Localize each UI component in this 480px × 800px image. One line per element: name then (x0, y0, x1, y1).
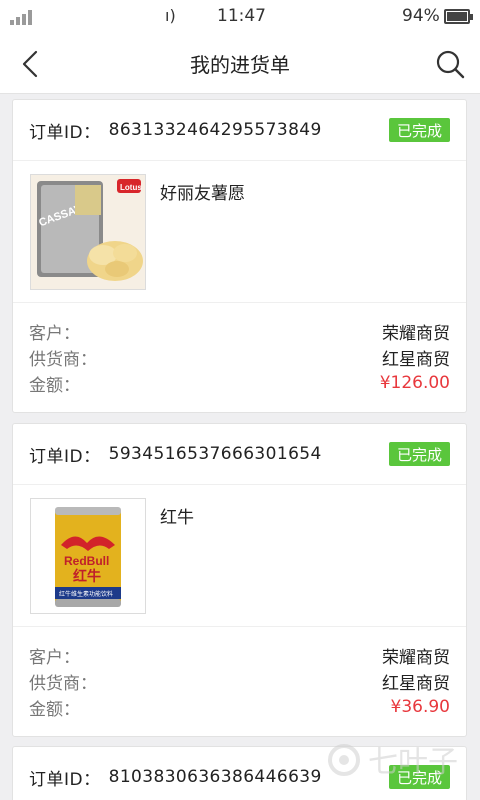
app-header: 我的进货单 (0, 34, 480, 94)
supplier-label: 供货商： (29, 673, 97, 694)
supplier-label: 供货商： (29, 349, 97, 370)
order-id: 8103830636386446639 (108, 767, 322, 787)
order-header: 订单ID： 5934516537666301654 已完成 (13, 424, 466, 484)
order-card[interactable]: 订单ID： 8631332464295573849 已完成 CASSAVA Lo… (12, 99, 467, 413)
order-id-label: 订单ID： (29, 446, 101, 467)
order-header: 订单ID： 8103830636386446639 已完成 (13, 747, 466, 800)
status-time: 11:47 (217, 6, 266, 26)
signal-icon (10, 9, 32, 25)
product-name: 红牛 (160, 508, 194, 528)
order-id-label: 订单ID： (29, 122, 101, 143)
amount-label: 金额： (29, 375, 80, 396)
amount-row: 金额： ¥126.00 (29, 370, 450, 396)
amount-row: 金额： ¥36.90 (29, 694, 450, 720)
chips-logo-text: Lotus (120, 183, 142, 192)
search-icon[interactable] (434, 48, 466, 80)
order-id-label: 订单ID： (29, 769, 101, 790)
can-brand-text: RedBull (64, 554, 109, 568)
status-badge: 已完成 (388, 118, 450, 142)
order-list[interactable]: 订单ID： 8631332464295573849 已完成 CASSAVA Lo… (0, 94, 480, 800)
customer-label: 客户： (29, 647, 80, 668)
status-bar: ı) 11:47 94% (0, 0, 480, 34)
can-cn-text: 红牛 (73, 568, 101, 585)
order-card[interactable]: 订单ID： 5934516537666301654 已完成 RedBull 红牛… (12, 423, 467, 737)
status-indicator: ı) (165, 6, 176, 25)
supplier-value: 红星商贸 (382, 349, 450, 370)
customer-row: 客户： 荣耀商贸 (29, 318, 450, 344)
order-info: 客户： 荣耀商贸 供货商： 红星商贸 金额： ¥126.00 (13, 303, 466, 412)
customer-row: 客户： 荣耀商贸 (29, 642, 450, 668)
order-card[interactable]: 订单ID： 8103830636386446639 已完成 (12, 746, 467, 800)
customer-label: 客户： (29, 323, 80, 344)
product-row[interactable]: CASSAVA Lotus 好丽友薯愿 (13, 160, 466, 303)
supplier-row: 供货商： 红星商贸 (29, 668, 450, 694)
order-info: 客户： 荣耀商贸 供货商： 红星商贸 金额： ¥36.90 (13, 627, 466, 736)
product-image-chips: CASSAVA Lotus (30, 174, 146, 290)
order-id: 5934516537666301654 (108, 444, 322, 464)
status-badge: 已完成 (388, 442, 450, 466)
order-header: 订单ID： 8631332464295573849 已完成 (13, 100, 466, 160)
back-icon[interactable] (16, 48, 46, 80)
amount-value: ¥126.00 (379, 373, 450, 393)
page-title: 我的进货单 (190, 53, 290, 77)
battery-percent: 94% (402, 6, 440, 26)
amount-label: 金额： (29, 699, 80, 720)
customer-value: 荣耀商贸 (382, 323, 450, 344)
battery-icon (444, 9, 473, 24)
status-badge: 已完成 (388, 765, 450, 789)
supplier-row: 供货商： 红星商贸 (29, 344, 450, 370)
can-sub-text: 红牛维生素功能饮料 (59, 590, 113, 598)
product-image-redbull: RedBull 红牛 红牛维生素功能饮料 (30, 498, 146, 614)
product-row[interactable]: RedBull 红牛 红牛维生素功能饮料 红牛 (13, 484, 466, 627)
customer-value: 荣耀商贸 (382, 647, 450, 668)
product-name: 好丽友薯愿 (160, 184, 245, 204)
supplier-value: 红星商贸 (382, 673, 450, 694)
order-id: 8631332464295573849 (108, 120, 322, 140)
amount-value: ¥36.90 (390, 697, 450, 717)
